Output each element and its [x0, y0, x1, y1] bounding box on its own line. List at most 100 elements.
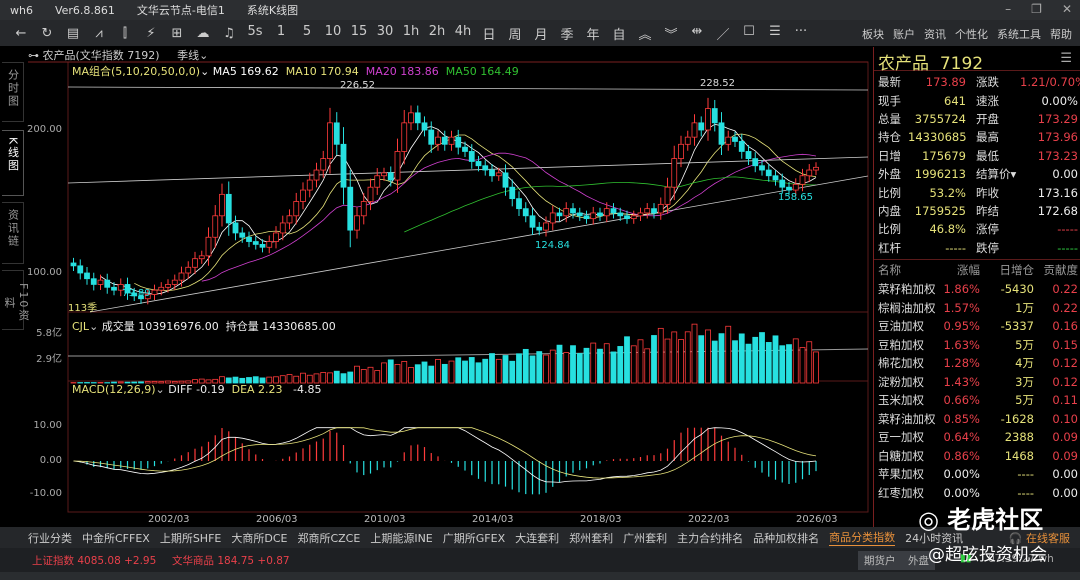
market-tab[interactable]: 主力合约排名	[677, 530, 743, 546]
price-annotation: 226.52	[340, 80, 375, 91]
market-tab[interactable]: 行业分类	[28, 530, 72, 546]
status-bar: 上证指数 4085.08 +2.95 文华商品 184.75 +0.87 期货户…	[0, 548, 1080, 572]
volume-bar	[610, 351, 617, 384]
change-cell: 1.43%	[943, 374, 980, 389]
candle-body	[664, 186, 671, 205]
table-row[interactable]: 菜籽粕加权 1.86% -5430 0.22	[874, 280, 1080, 299]
quote-row: 比例 53.2% 昨收 173.16	[874, 183, 1080, 201]
market-tab[interactable]: 上期能源INE	[370, 530, 432, 546]
candle-body	[320, 158, 327, 171]
volume-bar	[752, 336, 759, 384]
table-row[interactable]: 玉米加权 0.66% 5万 0.11	[874, 391, 1080, 410]
maximize-button[interactable]: ❐	[1031, 2, 1042, 16]
oi-change-cell: 5万	[1015, 393, 1034, 408]
cjl-label[interactable]: CJL	[72, 320, 89, 333]
quote-row: 持仓 14330685 最高 173.96	[874, 128, 1080, 146]
watermark-text: 老虎社区	[947, 506, 1044, 534]
candle-body	[394, 151, 401, 181]
menu-list-icon[interactable]: ☰	[1060, 51, 1072, 66]
column-header[interactable]: 日增仓	[980, 262, 1035, 278]
market-tab[interactable]: 广期所GFEX	[443, 530, 505, 546]
volume-bar	[759, 332, 765, 384]
candle-body	[725, 136, 732, 145]
table-row[interactable]: 豆油加权 0.95% -5337 0.16	[874, 317, 1080, 336]
table-row[interactable]: 淀粉加权 1.43% 3万 0.12	[874, 372, 1080, 391]
kline-chart[interactable]: 226.52 228.52 79.89 124.84 158.65 113季	[0, 0, 872, 527]
quote-row: 杠杆 ----- 跌停 -----	[874, 239, 1080, 257]
volume-bar	[414, 364, 421, 384]
volume-bar	[468, 357, 475, 384]
volume-bar	[603, 343, 610, 384]
sh-index: 上证指数 4085.08 +2.95	[32, 555, 157, 567]
field-label: 昨收	[976, 185, 999, 200]
column-header[interactable]: 贡献度	[1034, 262, 1079, 278]
candle-body	[273, 232, 279, 242]
y-axis-label: 5.8亿	[36, 328, 62, 339]
field-label[interactable]: 结算价▾	[966, 166, 1020, 182]
change-cell: 1.63%	[943, 337, 980, 352]
market-tab[interactable]: 商品分类指数	[829, 529, 896, 546]
candle-body	[239, 232, 246, 238]
candle-body	[232, 222, 239, 234]
menu-item[interactable]: 资讯	[924, 26, 946, 42]
name-cell: 红枣加权	[878, 485, 924, 500]
table-row[interactable]: 棕榈油加权 1.57% 1万 0.22	[874, 298, 1080, 317]
contribution-cell: 0.16	[1052, 319, 1078, 334]
menu-item[interactable]: 系统工具	[997, 26, 1041, 42]
candle-body	[455, 136, 462, 148]
field-label: 最新	[878, 75, 901, 90]
x-tick-label: 2006/03	[256, 514, 298, 525]
candle-body	[111, 286, 117, 291]
volume-bar	[536, 351, 543, 384]
quote-row: 内盘 1759525 昨结 172.68	[874, 202, 1080, 220]
macd-label[interactable]: MACD(12,26,9)	[72, 383, 156, 396]
contribution-cell: 0.12	[1052, 374, 1078, 389]
table-row[interactable]: 菜籽油加权 0.85% -1628 0.10	[874, 409, 1080, 428]
oi-change-cell: 4万	[1015, 356, 1034, 371]
volume-bar	[786, 344, 792, 384]
change-cell: 0.00%	[943, 485, 980, 500]
candle-body	[745, 151, 752, 159]
table-row[interactable]: 白糖加权 0.86% 1468 0.09	[874, 446, 1080, 465]
table-row[interactable]: 豆一加权 0.64% 2388 0.09	[874, 428, 1080, 447]
market-tab[interactable]: 中金所CFFEX	[82, 530, 150, 546]
volume-bar	[448, 360, 455, 384]
volume-bar	[583, 347, 590, 384]
volume-bar	[705, 329, 711, 384]
field-label: 最高	[976, 130, 999, 145]
market-tab[interactable]: 广州套利	[623, 530, 667, 546]
table-row[interactable]: 棉花加权 1.28% 4万 0.12	[874, 354, 1080, 373]
contribution-cell: 0.15	[1052, 337, 1078, 352]
change-cell: 1.86%	[943, 282, 980, 297]
volume-bar	[516, 353, 522, 384]
column-header[interactable]: 名称	[874, 262, 938, 278]
close-button[interactable]: ✕	[1062, 2, 1072, 16]
market-tab[interactable]: 大连套利	[515, 530, 559, 546]
table-row[interactable]: 豆粕加权 1.63% 5万 0.15	[874, 335, 1080, 354]
chart-frame	[67, 61, 869, 513]
table-row[interactable]: 苹果加权 0.00% ---- 0.00	[874, 465, 1080, 484]
menu-item[interactable]: 个性化	[955, 26, 988, 42]
field-value: 173.96	[1037, 130, 1078, 145]
dea-line	[73, 427, 817, 479]
market-tab[interactable]: 郑商所CZCE	[297, 530, 360, 546]
menu-item[interactable]: 帮助	[1050, 26, 1072, 42]
ma-group-label[interactable]: MA组合(5,10,20,50,0,0)	[72, 65, 200, 78]
menu-item[interactable]: 账户	[893, 26, 915, 42]
futures-account-button[interactable]: 期货户	[858, 551, 902, 570]
x-tick-label: 2026/03	[796, 514, 838, 525]
candle-body	[705, 108, 711, 131]
market-tab[interactable]: 品种加权排名	[753, 530, 819, 546]
quote-row: 最新 173.89 涨跌 1.21/0.70%	[874, 73, 1080, 91]
market-tab[interactable]: 上期所SHFE	[160, 530, 222, 546]
candle-body	[178, 272, 185, 281]
change-cell: 0.00%	[943, 467, 980, 482]
candle-body	[205, 236, 212, 257]
candle-body	[387, 172, 394, 181]
market-tab[interactable]: 大商所DCE	[231, 530, 287, 546]
column-header[interactable]: 涨幅	[938, 262, 980, 278]
candle-body	[657, 203, 664, 214]
minimize-button[interactable]: –	[1005, 2, 1011, 16]
market-tab[interactable]: 郑州套利	[569, 530, 613, 546]
x-tick-label: 2010/03	[364, 514, 406, 525]
